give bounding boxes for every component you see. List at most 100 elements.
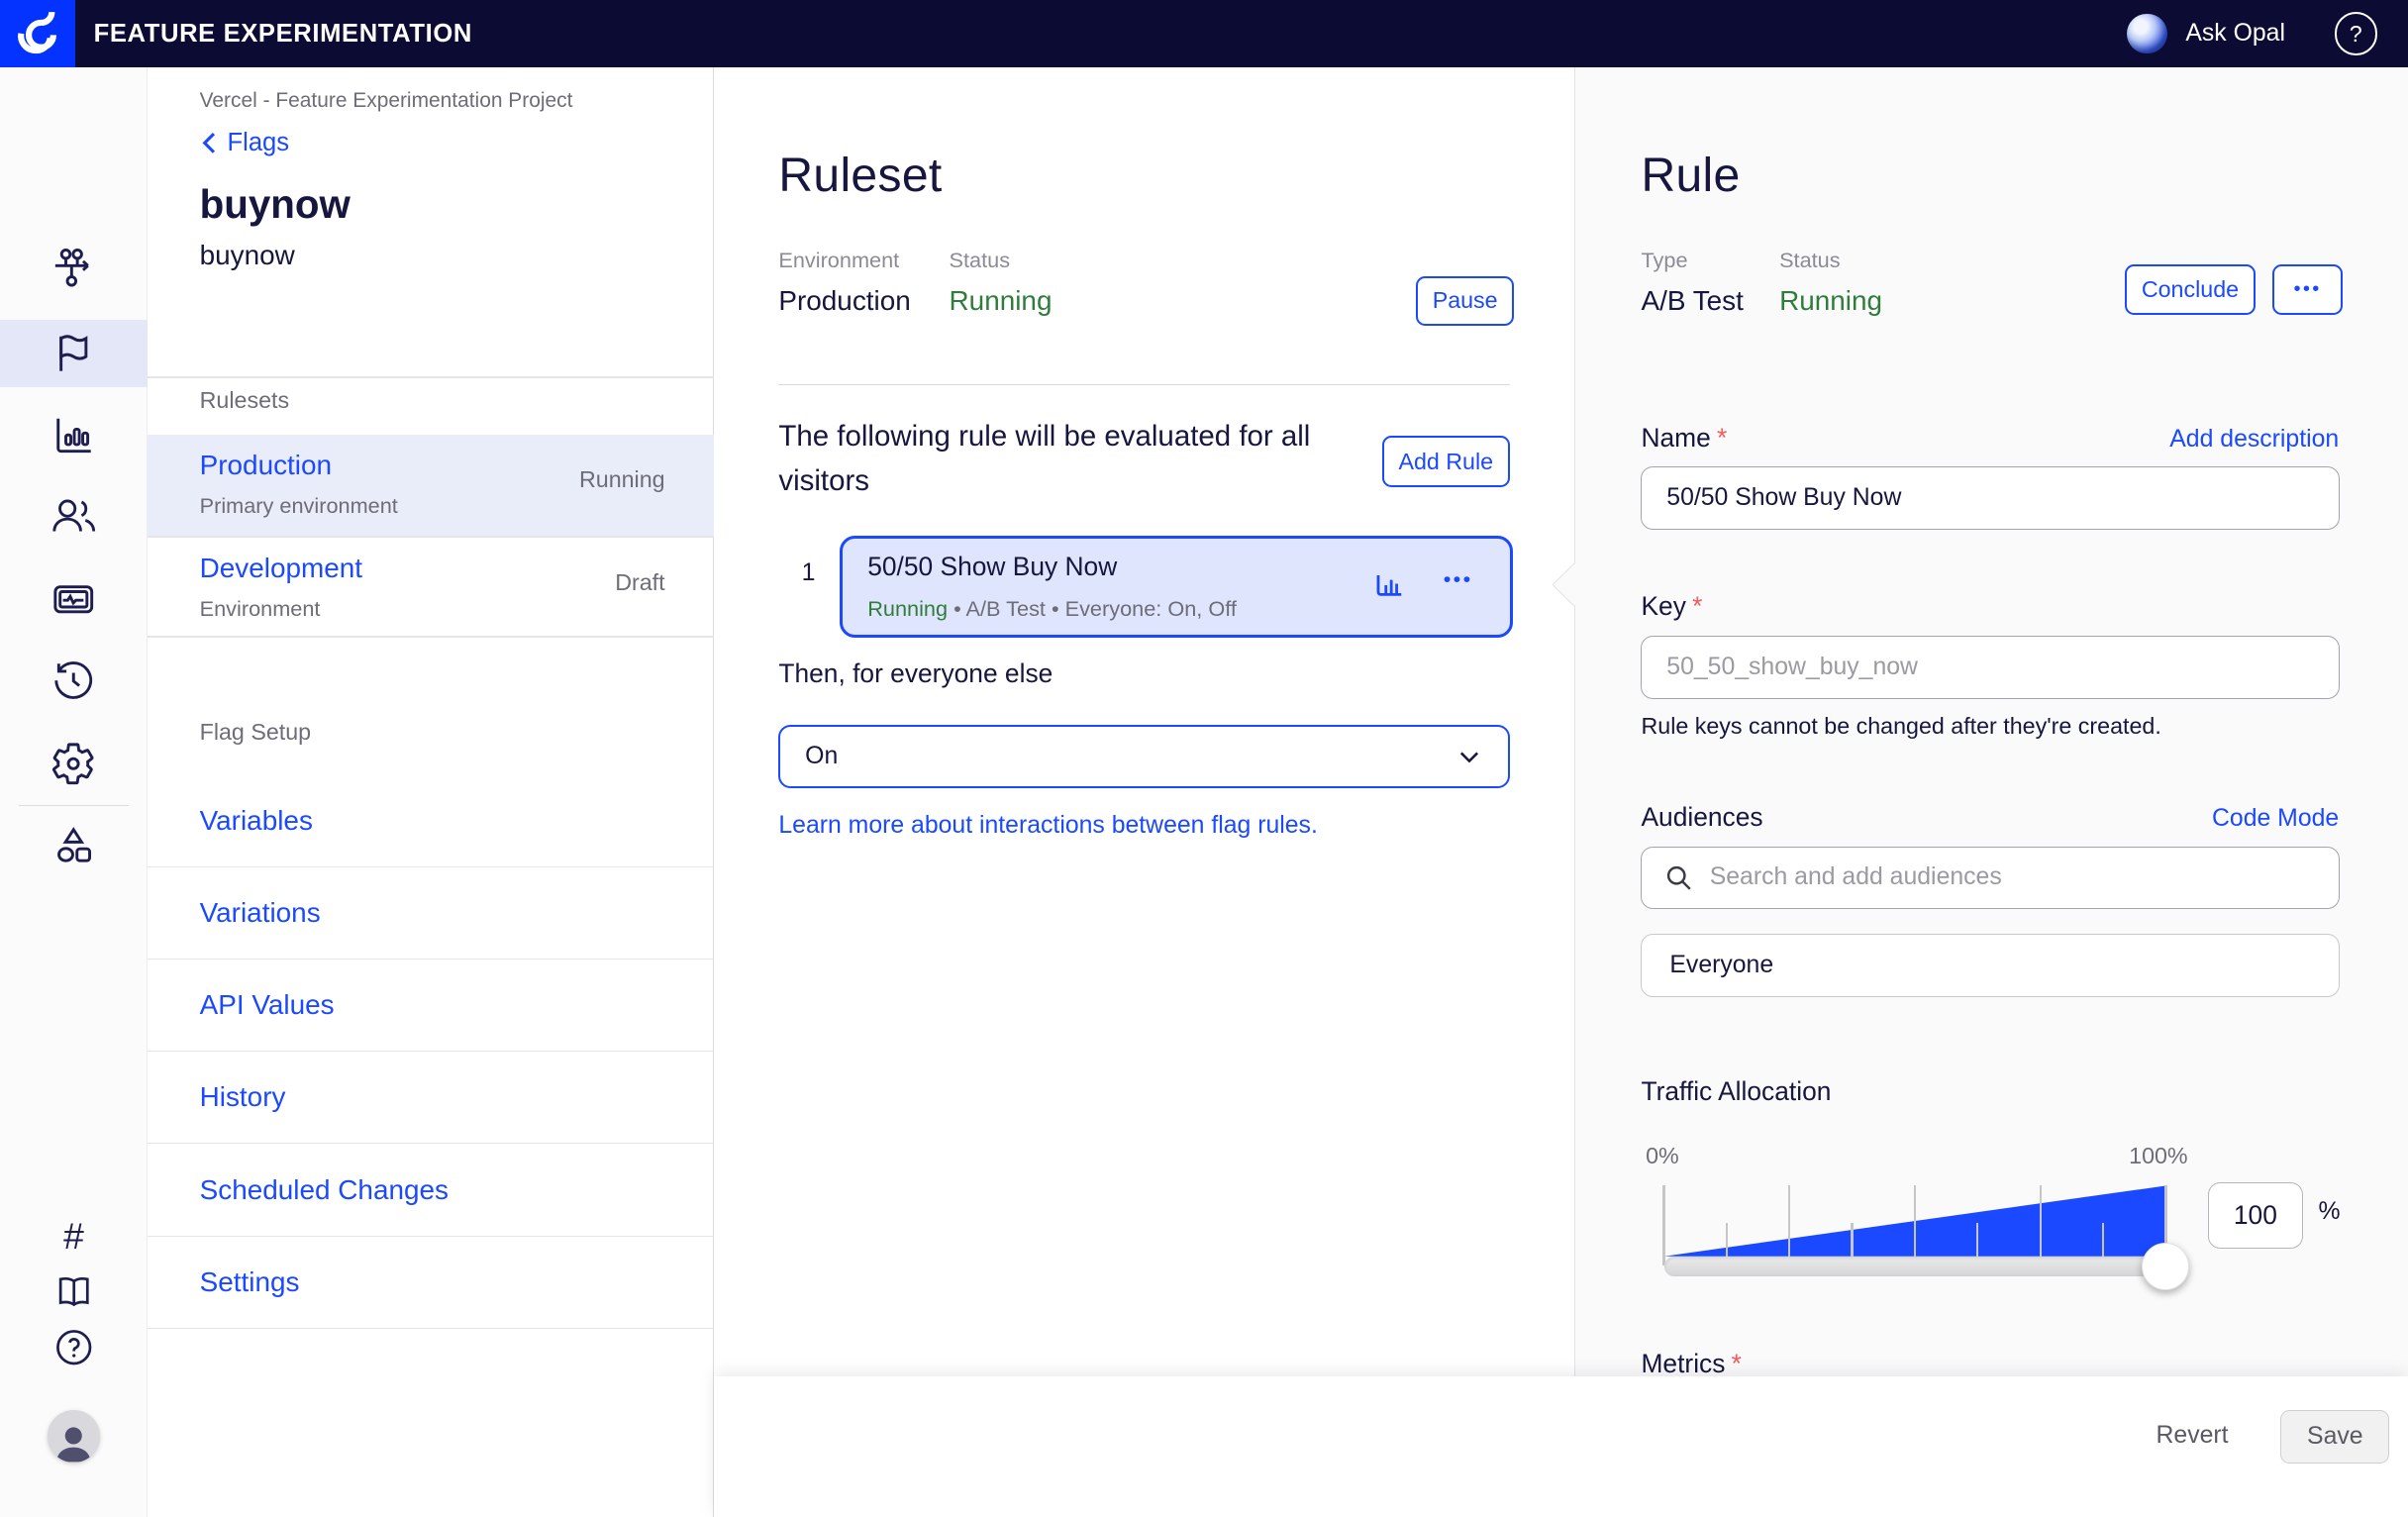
slider-tick [2040, 1185, 2042, 1265]
name-label: Name* [1641, 423, 1727, 454]
rule-evaluation-text: The following rule will be evaluated for… [778, 415, 1347, 504]
development-status: Draft [615, 569, 664, 596]
nav-events-icon[interactable] [0, 565, 148, 633]
rule-status-label: Status [1779, 248, 1841, 273]
traffic-max-label: 100% [2129, 1143, 2187, 1169]
rule-panel-more-button[interactable]: ••• [2272, 264, 2343, 315]
optimizely-logo-icon[interactable] [0, 0, 75, 67]
back-to-flags-label: Flags [228, 129, 290, 157]
required-asterisk: * [1692, 591, 1702, 621]
rule-card-status: Running [867, 596, 948, 621]
help-icon[interactable]: ? [2335, 12, 2377, 54]
rule-card[interactable]: 50/50 Show Buy Now Running • A/B Test • … [840, 536, 1512, 637]
nav-components-icon[interactable] [0, 812, 148, 879]
sidebar-item-variations[interactable]: Variations [148, 867, 714, 960]
rule-results-icon[interactable] [1371, 568, 1408, 605]
production-link[interactable]: Production [200, 450, 332, 481]
flag-key: buynow [200, 240, 295, 271]
audiences-label: Audiences [1641, 802, 1762, 833]
environment-label: Environment [778, 248, 899, 273]
everyone-else-value: On [805, 743, 838, 770]
production-subtitle: Primary environment [200, 493, 398, 519]
flag-title: buynow [200, 181, 351, 228]
traffic-min-label: 0% [1646, 1143, 1679, 1169]
rulesets-section-label: Rulesets [200, 387, 289, 414]
rule-name-input[interactable] [1641, 466, 2340, 530]
chevron-left-icon [200, 131, 217, 155]
revert-button[interactable]: Revert [2116, 1410, 2268, 1463]
add-description-link[interactable]: Add description [2169, 426, 2339, 454]
sidebar-item-scheduled-changes[interactable]: Scheduled Changes [148, 1144, 714, 1236]
app-window: FEATURE EXPERIMENTATION Ask Opal ? [0, 0, 2408, 1517]
nav-history-icon[interactable] [0, 647, 148, 714]
rule-heading: Rule [1641, 148, 1740, 203]
rule-panel: Rule Type Status A/B Test Running Conclu… [1574, 67, 2408, 1517]
slider-tick [1914, 1185, 1916, 1265]
opal-globe-icon[interactable] [2127, 14, 2166, 53]
required-asterisk: * [1732, 1349, 1742, 1378]
ask-opal-button[interactable]: Ask Opal [2185, 20, 2285, 48]
rule-key-input[interactable] [1641, 636, 2340, 699]
audience-item-label: Everyone [1669, 952, 1773, 979]
rule-card-title: 50/50 Show Buy Now [867, 552, 1117, 582]
divider [778, 384, 1509, 386]
code-mode-link[interactable]: Code Mode [2212, 805, 2339, 833]
audience-search-input[interactable] [1641, 847, 2340, 910]
traffic-unit-label: % [2318, 1198, 2340, 1226]
rule-card-meta: Running • A/B Test • Everyone: On, Off [867, 596, 1237, 622]
everyone-else-label: Then, for everyone else [778, 658, 1053, 689]
key-label: Key* [1641, 591, 1702, 622]
audience-item-everyone[interactable]: Everyone [1641, 934, 2340, 997]
nav-reports-icon[interactable] [0, 401, 148, 468]
nav-flags-icon[interactable] [0, 320, 148, 387]
conclude-button[interactable]: Conclude [2125, 264, 2256, 315]
search-icon [1662, 861, 1695, 894]
ruleset-heading: Ruleset [778, 148, 942, 203]
development-subtitle: Environment [200, 596, 321, 622]
traffic-value-input[interactable] [2208, 1182, 2303, 1249]
nav-experiments-icon[interactable] [0, 234, 148, 301]
sidebar-item-history[interactable]: History [148, 1052, 714, 1144]
avatar-icon [48, 1410, 100, 1463]
divider [148, 636, 714, 638]
ruleset-panel: Ruleset Environment Status Production Ru… [714, 67, 1574, 1517]
back-to-flags-link[interactable]: Flags [200, 129, 289, 157]
status-value: Running [950, 285, 1053, 317]
type-value: A/B Test [1641, 285, 1743, 317]
nav-audiences-icon[interactable] [0, 482, 148, 550]
rule-status-value: Running [1779, 285, 1882, 317]
production-status: Running [579, 466, 665, 493]
sidebar-item-api-values[interactable]: API Values [148, 960, 714, 1052]
slider-tick [1662, 1185, 1664, 1265]
project-name: Vercel - Feature Experimentation Project [200, 89, 573, 113]
slider-tick [1788, 1185, 1790, 1265]
development-link[interactable]: Development [200, 553, 362, 584]
save-button[interactable]: Save [2280, 1410, 2389, 1464]
sidebar-item-development[interactable]: Development Environment Draft [148, 538, 714, 636]
traffic-slider: 0% 100% [1664, 1185, 2166, 1276]
app-title: FEATURE EXPERIMENTATION [94, 20, 472, 49]
everyone-else-dropdown[interactable]: On [778, 725, 1509, 788]
flag-setup-section-label: Flag Setup [200, 719, 311, 746]
rule-more-icon[interactable]: ••• [1444, 566, 1473, 592]
sidebar-item-settings[interactable]: Settings [148, 1237, 714, 1329]
rule-number: 1 [802, 559, 816, 587]
traffic-slider-thumb[interactable] [2142, 1243, 2189, 1290]
metrics-label: Metrics* [1641, 1349, 1741, 1379]
pause-button[interactable]: Pause [1416, 276, 1514, 326]
sidebar-item-variables[interactable]: Variables [148, 775, 714, 867]
sidebar-item-production[interactable]: Production Primary environment Running [148, 435, 714, 536]
icon-rail: # [0, 67, 148, 1517]
save-bar: Revert Save [714, 1376, 2408, 1517]
learn-more-link[interactable]: Learn more about interactions between fl… [778, 812, 1317, 840]
chevron-down-icon [1455, 743, 1483, 770]
add-rule-button[interactable]: Add Rule [1382, 436, 1510, 486]
top-bar: FEATURE EXPERIMENTATION Ask Opal ? [0, 0, 2408, 67]
nav-settings-icon[interactable] [0, 730, 148, 797]
nav-help-icon[interactable] [0, 1313, 148, 1380]
flag-sidebar: Vercel - Feature Experimentation Project… [148, 67, 714, 1517]
user-avatar[interactable] [0, 1394, 148, 1477]
type-label: Type [1641, 248, 1687, 273]
traffic-slider-track[interactable] [1664, 1257, 2166, 1276]
audience-search [1641, 847, 2340, 910]
